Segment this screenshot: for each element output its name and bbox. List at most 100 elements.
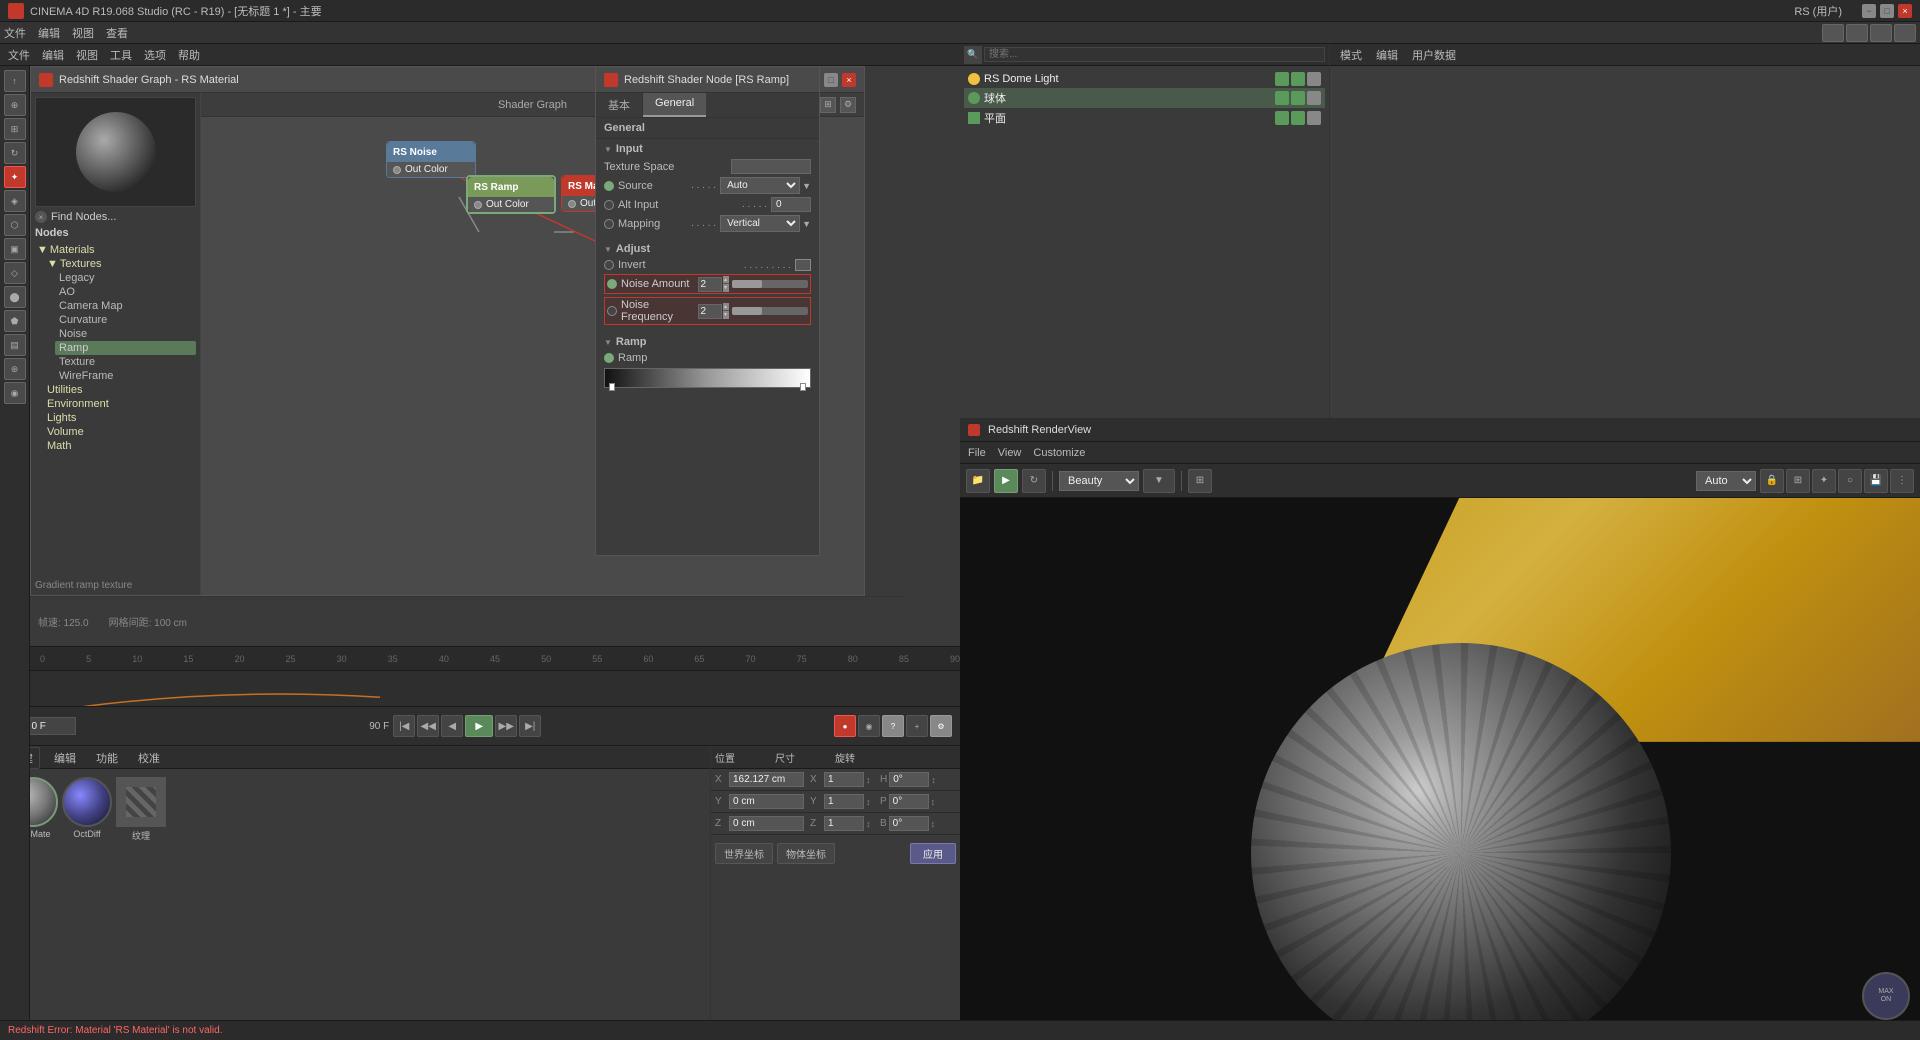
obj-rs-dome-light[interactable]: RS Dome Light bbox=[964, 70, 1325, 88]
btn-play-reverse[interactable]: ◀ bbox=[441, 715, 463, 737]
attr-edit3[interactable]: 编辑 bbox=[1370, 45, 1404, 65]
node-ao[interactable]: AO bbox=[55, 285, 196, 299]
minimize-btn[interactable]: − bbox=[1862, 4, 1876, 18]
size-z[interactable] bbox=[824, 816, 864, 831]
plane-vis-2[interactable] bbox=[1291, 111, 1305, 125]
invert-checkbox[interactable] bbox=[795, 259, 811, 271]
obj-vis-3[interactable] bbox=[1307, 72, 1321, 86]
node-rs-ramp[interactable]: RS Ramp Out Color bbox=[466, 175, 556, 214]
ramp-handle-2[interactable] bbox=[800, 383, 806, 391]
obj-search-btn[interactable]: 🔍 bbox=[964, 46, 982, 64]
tool-12[interactable]: ⊛ bbox=[4, 358, 26, 380]
attr-mode-select[interactable]: 模式 bbox=[1334, 45, 1368, 65]
tool-active[interactable]: ✦ bbox=[4, 166, 26, 188]
noise-amount-input[interactable] bbox=[698, 277, 722, 292]
noise-frequency-input[interactable] bbox=[698, 304, 722, 319]
toolbar-btn-3[interactable] bbox=[1870, 24, 1892, 42]
mat-oct[interactable]: OctDiff bbox=[62, 777, 112, 839]
btn-record-opt[interactable]: ◉ bbox=[858, 715, 880, 737]
render-btn-save[interactable]: 💾 bbox=[1864, 469, 1888, 493]
tool-10[interactable]: ⬟ bbox=[4, 310, 26, 332]
frame-input[interactable] bbox=[31, 721, 71, 732]
attr-user-data2[interactable]: 用户数据 bbox=[1406, 45, 1462, 65]
btn-settings2[interactable]: ⚙ bbox=[930, 715, 952, 737]
ramp-out-port[interactable] bbox=[474, 201, 482, 209]
tab-basic[interactable]: 基本 bbox=[596, 93, 643, 117]
tool-move[interactable]: ⊕ bbox=[4, 94, 26, 116]
ramp-radio[interactable] bbox=[604, 353, 614, 363]
obj-coord-btn[interactable]: 物体坐标 bbox=[777, 843, 835, 864]
render-btn-refresh[interactable]: ↻ bbox=[1022, 469, 1046, 493]
noise-freq-radio[interactable] bbox=[607, 306, 617, 316]
tool-13[interactable]: ◉ bbox=[4, 382, 26, 404]
render-btn-circle[interactable]: ○ bbox=[1838, 469, 1862, 493]
menu-help[interactable]: 帮助 bbox=[178, 47, 200, 63]
toolbar-btn-4[interactable] bbox=[1894, 24, 1916, 42]
menu-options[interactable]: 选项 bbox=[144, 47, 166, 63]
menu-select[interactable]: 查看 bbox=[106, 25, 128, 41]
menu-tools[interactable]: 工具 bbox=[110, 47, 132, 63]
render-btn-play[interactable]: ▶ bbox=[994, 469, 1018, 493]
menu-view2[interactable]: 视图 bbox=[76, 47, 98, 63]
tool-7[interactable]: ▣ bbox=[4, 238, 26, 260]
ramp-preview[interactable] bbox=[604, 368, 811, 388]
category-volume[interactable]: Volume bbox=[45, 425, 196, 439]
sphere-vis-2[interactable] bbox=[1291, 91, 1305, 105]
tab-general[interactable]: General bbox=[643, 93, 706, 117]
close-btn[interactable]: × bbox=[1898, 4, 1912, 18]
node-camera-map[interactable]: Camera Map bbox=[55, 299, 196, 313]
maximize-btn[interactable]: □ bbox=[1880, 4, 1894, 18]
noise-amount-spinner[interactable]: ▲ ▼ bbox=[723, 276, 729, 292]
tool-scale[interactable]: ⊞ bbox=[4, 118, 26, 140]
render-btn-lock[interactable]: 🔒 bbox=[1760, 469, 1784, 493]
category-lights[interactable]: Lights bbox=[45, 411, 196, 425]
menu-edit2[interactable]: 编辑 bbox=[42, 47, 64, 63]
source-dropdown[interactable]: Auto UV Object bbox=[720, 177, 800, 194]
alt-input-radio[interactable] bbox=[604, 200, 614, 210]
btn-add-key[interactable]: + bbox=[906, 715, 928, 737]
category-textures[interactable]: ▼ Textures bbox=[45, 257, 196, 271]
tab-edit[interactable]: 编辑 bbox=[48, 748, 82, 768]
btn-help[interactable]: ? bbox=[882, 715, 904, 737]
obj-search-input[interactable] bbox=[984, 47, 1325, 62]
mat-tex[interactable]: 纹理 bbox=[116, 777, 166, 842]
source-dropdown-arrow[interactable]: ▼ bbox=[802, 181, 811, 191]
close-nodes-btn[interactable]: × bbox=[35, 211, 47, 223]
obj-vis-2[interactable] bbox=[1291, 72, 1305, 86]
render-channel-btn[interactable]: ▼ bbox=[1143, 469, 1175, 493]
graph-zoom-fit[interactable]: ⊞ bbox=[820, 97, 836, 113]
material-out-port[interactable] bbox=[568, 200, 576, 208]
category-math[interactable]: Math bbox=[45, 439, 196, 453]
source-radio[interactable] bbox=[604, 181, 614, 191]
obj-plane[interactable]: 平面 bbox=[964, 108, 1325, 128]
node-noise[interactable]: Noise bbox=[55, 327, 196, 341]
render-btn-grid[interactable]: ⊞ bbox=[1786, 469, 1810, 493]
menu-file[interactable]: 文件 bbox=[4, 25, 26, 41]
btn-skip-start[interactable]: |◀ bbox=[393, 715, 415, 737]
tool-11[interactable]: ▤ bbox=[4, 334, 26, 356]
noise-freq-spinner[interactable]: ▲ ▼ bbox=[723, 303, 729, 319]
tool-6[interactable]: ⬡ bbox=[4, 214, 26, 236]
node-curvature[interactable]: Curvature bbox=[55, 313, 196, 327]
rot-p[interactable] bbox=[889, 794, 929, 809]
render-crop-btn[interactable]: ⊞ bbox=[1188, 469, 1212, 493]
plane-vis-1[interactable] bbox=[1275, 111, 1289, 125]
pos-x[interactable] bbox=[729, 772, 804, 787]
node-rs-noise[interactable]: RS Noise Out Color bbox=[386, 141, 476, 178]
mapping-radio[interactable] bbox=[604, 219, 614, 229]
tool-rotate[interactable]: ↻ bbox=[4, 142, 26, 164]
node-texture[interactable]: Texture bbox=[55, 355, 196, 369]
shader-close-btn[interactable]: × bbox=[842, 73, 856, 87]
size-x[interactable] bbox=[824, 772, 864, 787]
texture-space-input[interactable] bbox=[731, 159, 811, 174]
toolbar-btn-2[interactable] bbox=[1846, 24, 1868, 42]
btn-next-frame[interactable]: ▶▶ bbox=[495, 715, 517, 737]
render-btn-folder[interactable]: 📁 bbox=[966, 469, 990, 493]
noise-out-port[interactable] bbox=[393, 166, 401, 174]
rot-b[interactable] bbox=[889, 816, 929, 831]
tab-function[interactable]: 功能 bbox=[90, 748, 124, 768]
pos-y[interactable] bbox=[729, 794, 804, 809]
menu-file2[interactable]: 文件 bbox=[8, 47, 30, 63]
sphere-vis-3[interactable] bbox=[1307, 91, 1321, 105]
btn-record[interactable]: ● bbox=[834, 715, 856, 737]
